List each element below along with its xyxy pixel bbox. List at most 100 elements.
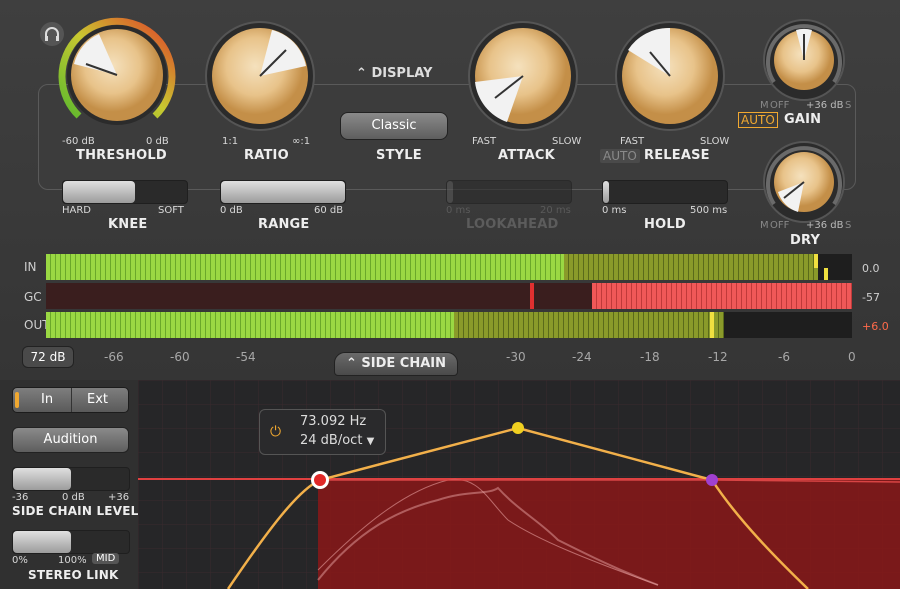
filter-slope-value: 24 dB/oct bbox=[300, 433, 363, 448]
dry-off: OFF bbox=[770, 220, 790, 231]
sc-level-label: SIDE CHAIN LEVEL bbox=[12, 504, 139, 518]
knee-slider-fill bbox=[63, 181, 135, 203]
attack-min: FAST bbox=[472, 136, 497, 147]
scale-tick: -54 bbox=[236, 350, 256, 364]
stereo-mid-button[interactable]: MID bbox=[92, 553, 120, 564]
knee-label: KNEE bbox=[108, 217, 148, 232]
lookahead-slider[interactable] bbox=[446, 180, 572, 204]
attack-knob[interactable] bbox=[467, 20, 579, 132]
stereo-link-slider[interactable] bbox=[12, 530, 130, 554]
meter-in-fill-dim bbox=[564, 254, 818, 280]
in-button[interactable]: In bbox=[41, 392, 53, 407]
range-max: 60 dB bbox=[314, 205, 344, 216]
side-chain-level-fill bbox=[13, 468, 71, 490]
power-icon[interactable]: ⏻ bbox=[270, 424, 281, 440]
scale-tick: -6 bbox=[778, 350, 790, 364]
meter-out-peak bbox=[710, 312, 714, 338]
scale-tick: -66 bbox=[104, 350, 124, 364]
display-toggle[interactable]: ⌃ DISPLAY bbox=[356, 66, 432, 81]
sc-level-max: +36 bbox=[108, 492, 130, 503]
range-min: 0 dB bbox=[220, 205, 243, 216]
lookahead-min: 0 ms bbox=[446, 205, 471, 216]
knee-slider[interactable] bbox=[62, 180, 188, 204]
dry-max: +36 dB bbox=[806, 220, 844, 231]
meter-out-value: +6.0 bbox=[862, 320, 889, 333]
dry-label: DRY bbox=[790, 233, 821, 248]
display-label: DISPLAY bbox=[371, 66, 433, 81]
knee-min: HARD bbox=[62, 205, 92, 216]
meter-out bbox=[46, 312, 852, 338]
audition-button[interactable]: Audition bbox=[12, 427, 129, 453]
chevron-up-icon: ⌃ bbox=[345, 356, 357, 371]
meter-in-peak bbox=[814, 254, 818, 268]
stereo-link-label: STEREO LINK bbox=[28, 568, 119, 582]
dropdown-arrow-icon: ▼ bbox=[366, 436, 375, 447]
scale-tick: 0 bbox=[848, 350, 856, 364]
meter-in-value: 0.0 bbox=[862, 262, 880, 275]
scale-tick: -18 bbox=[640, 350, 660, 364]
style-label: STYLE bbox=[376, 148, 422, 163]
threshold-label: THRESHOLD bbox=[76, 148, 167, 163]
sc-level-mid: 0 dB bbox=[62, 492, 85, 503]
gain-m: M bbox=[760, 100, 769, 111]
toggle-divider bbox=[71, 388, 72, 412]
release-knob[interactable] bbox=[614, 20, 726, 132]
meter-in-hold bbox=[824, 268, 828, 280]
release-auto-button[interactable]: AUTO bbox=[600, 149, 640, 163]
meter-out-fill bbox=[46, 312, 454, 338]
meter-gc-label: GC bbox=[24, 290, 42, 304]
hold-slider-fill bbox=[603, 181, 609, 203]
stereo-link-fill bbox=[13, 531, 71, 553]
dry-m: M bbox=[760, 220, 769, 231]
ratio-min: 1:1 bbox=[222, 136, 239, 147]
dry-s: S bbox=[845, 220, 852, 231]
threshold-knob[interactable] bbox=[54, 12, 180, 138]
meter-range-button[interactable]: 72 dB bbox=[22, 346, 74, 368]
dry-knob[interactable] bbox=[762, 140, 846, 224]
ext-button[interactable]: Ext bbox=[87, 392, 108, 407]
lookahead-max: 20 ms bbox=[540, 205, 571, 216]
side-chain-label: SIDE CHAIN bbox=[361, 356, 447, 371]
knee-max: SOFT bbox=[158, 205, 184, 216]
gain-knob[interactable] bbox=[762, 18, 846, 102]
sc-level-min: -36 bbox=[12, 492, 29, 503]
gain-s: S bbox=[845, 100, 852, 111]
meter-in-label: IN bbox=[24, 260, 37, 274]
threshold-max: 0 dB bbox=[146, 136, 169, 147]
scale-tick: -60 bbox=[170, 350, 190, 364]
release-min: FAST bbox=[620, 136, 645, 147]
ratio-knob[interactable] bbox=[204, 20, 316, 132]
meter-out-fill-dim bbox=[454, 312, 724, 338]
range-slider[interactable] bbox=[220, 180, 346, 204]
meter-in-fill bbox=[46, 254, 564, 280]
attack-max: SLOW bbox=[552, 136, 582, 147]
range-slider-fill bbox=[221, 181, 345, 203]
filter-tooltip: ⏻ 73.092 Hz 24 dB/oct ▼ bbox=[259, 409, 386, 455]
release-max: SLOW bbox=[700, 136, 730, 147]
style-button[interactable]: Classic bbox=[340, 112, 448, 140]
attack-label: ATTACK bbox=[498, 148, 555, 163]
hold-label: HOLD bbox=[644, 217, 686, 232]
gain-label: GAIN bbox=[784, 112, 822, 127]
eq-graph[interactable] bbox=[138, 380, 900, 589]
hold-max: 500 ms bbox=[690, 205, 728, 216]
ratio-label: RATIO bbox=[244, 148, 289, 163]
side-chain-toggle[interactable]: ⌃ SIDE CHAIN bbox=[334, 352, 458, 376]
filter-slope[interactable]: 24 dB/oct ▼ bbox=[300, 433, 374, 448]
lookahead-slider-fill bbox=[447, 181, 453, 203]
meter-gc-peak bbox=[530, 283, 534, 309]
range-label: RANGE bbox=[258, 217, 310, 232]
release-label: RELEASE bbox=[644, 148, 710, 163]
filter-frequency[interactable]: 73.092 Hz bbox=[300, 414, 366, 429]
chevron-up-icon: ⌃ bbox=[356, 66, 367, 81]
meter-in bbox=[46, 254, 852, 280]
scale-tick: -30 bbox=[506, 350, 526, 364]
in-ext-toggle[interactable]: In Ext bbox=[12, 387, 129, 413]
hold-slider[interactable] bbox=[602, 180, 728, 204]
scale-tick: -24 bbox=[572, 350, 592, 364]
gain-max: +36 dB bbox=[806, 100, 844, 111]
ratio-max: ∞:1 bbox=[292, 136, 311, 147]
scale-tick: -12 bbox=[708, 350, 728, 364]
gain-auto-button[interactable]: AUTO bbox=[738, 112, 778, 128]
side-chain-level-slider[interactable] bbox=[12, 467, 130, 491]
